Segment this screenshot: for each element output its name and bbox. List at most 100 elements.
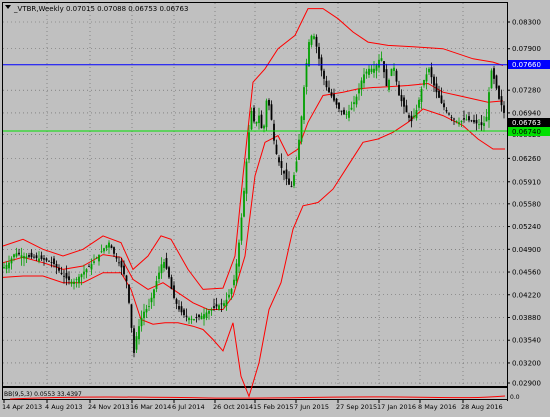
candle-body bbox=[348, 111, 350, 118]
candle-body bbox=[23, 256, 25, 259]
x-tick-label: 26 Oct 2014 bbox=[213, 403, 253, 411]
candle-body bbox=[498, 86, 500, 99]
candle-body bbox=[110, 245, 113, 249]
candle-body bbox=[448, 113, 450, 115]
candle-body bbox=[48, 260, 50, 262]
candle-body bbox=[198, 314, 200, 317]
y-tick-label: 0.05240 bbox=[512, 223, 541, 231]
candle-body bbox=[363, 74, 365, 84]
candle-body bbox=[308, 42, 310, 67]
candle-body bbox=[123, 265, 125, 275]
price-tag-blue: 0.07660 bbox=[508, 60, 550, 69]
candle-body bbox=[410, 115, 413, 122]
candle-body bbox=[435, 83, 438, 93]
candle-body bbox=[280, 161, 283, 168]
x-tick-label: 7 Jun 2015 bbox=[294, 403, 329, 411]
candle-body bbox=[270, 104, 273, 120]
candle-body bbox=[335, 98, 338, 105]
candle-body bbox=[73, 281, 75, 285]
candle-body bbox=[368, 68, 370, 75]
price-chart: 0.083000.079000.072800.069400.066200.062… bbox=[0, 0, 550, 413]
candle-body bbox=[200, 315, 203, 320]
candle-body bbox=[55, 264, 58, 268]
candle-body bbox=[398, 84, 400, 96]
candle-body bbox=[193, 319, 195, 321]
x-tick-label: 6 Jul 2014 bbox=[172, 403, 205, 411]
candle-body bbox=[375, 65, 378, 71]
candle-body bbox=[218, 305, 220, 310]
candle-body bbox=[463, 118, 465, 120]
symbol-info: _VTBR,Weekly 0.07015 0.07088 0.06753 0.0… bbox=[13, 5, 188, 13]
candle-body bbox=[330, 92, 333, 97]
candle-body bbox=[145, 308, 148, 313]
candle-body bbox=[370, 68, 373, 73]
candle-body bbox=[175, 299, 178, 304]
candle-body bbox=[268, 99, 270, 106]
candle-body bbox=[265, 100, 268, 128]
candle-body bbox=[320, 57, 323, 71]
candle-body bbox=[433, 76, 435, 86]
y-tick-label: 0.06940 bbox=[512, 109, 541, 117]
header: _VTBR,Weekly 0.07015 0.07088 0.06753 0.0… bbox=[5, 5, 188, 13]
candle-body bbox=[170, 277, 173, 290]
candle-body bbox=[338, 102, 340, 109]
candle-body bbox=[35, 255, 38, 259]
candle-body bbox=[205, 312, 208, 318]
candle-body bbox=[125, 275, 128, 282]
candle-body bbox=[383, 61, 385, 73]
candle-body bbox=[440, 95, 443, 104]
candle-body bbox=[303, 87, 305, 120]
candle-body bbox=[298, 139, 300, 160]
price-tag-current: 0.06763 bbox=[508, 118, 550, 127]
candle-body bbox=[350, 107, 353, 110]
y-tick-label: 0.03540 bbox=[512, 337, 541, 345]
candle-body bbox=[233, 279, 235, 286]
candle-body bbox=[450, 117, 453, 118]
candle-body bbox=[13, 254, 15, 258]
candle-body bbox=[105, 245, 108, 249]
candle-body bbox=[88, 266, 90, 267]
candle-body bbox=[178, 306, 180, 310]
candle-body bbox=[155, 281, 158, 289]
candle-body bbox=[465, 119, 468, 121]
candle-body bbox=[43, 258, 45, 260]
candle-body bbox=[113, 247, 115, 254]
candle-body bbox=[185, 315, 188, 317]
y-tick-label: 0.02900 bbox=[512, 380, 541, 388]
price-tag-blue-text: 0.07660 bbox=[512, 61, 541, 69]
candle-body bbox=[8, 262, 10, 269]
candle-body bbox=[478, 124, 480, 126]
candle-body bbox=[245, 161, 248, 194]
candle-body bbox=[150, 297, 153, 303]
candle-body bbox=[15, 253, 18, 257]
candle-body bbox=[5, 264, 8, 270]
candle-body bbox=[103, 248, 105, 252]
candle-body bbox=[323, 70, 325, 79]
candle-body bbox=[358, 88, 360, 94]
x-tick-label: 28 Aug 2016 bbox=[461, 403, 503, 411]
candle-body bbox=[500, 96, 503, 106]
price-tag-current-text: 0.06763 bbox=[512, 119, 541, 127]
candle-body bbox=[128, 284, 130, 303]
x-tick-label: 4 Aug 2013 bbox=[45, 403, 83, 411]
candle-body bbox=[305, 62, 308, 87]
candle-body bbox=[10, 258, 13, 264]
x-tick-label: 15 Feb 2015 bbox=[253, 403, 293, 411]
candle-body bbox=[258, 115, 260, 124]
candle-body bbox=[30, 252, 33, 258]
x-tick-label: 14 Apr 2013 bbox=[2, 403, 42, 411]
candle-body bbox=[388, 79, 390, 90]
candle-body bbox=[285, 169, 288, 180]
candle-body bbox=[183, 309, 185, 316]
candle-body bbox=[238, 242, 240, 267]
candle-body bbox=[310, 35, 313, 45]
y-tick-label: 0.06260 bbox=[512, 155, 541, 163]
candle-body bbox=[380, 58, 383, 61]
candle-body bbox=[295, 161, 298, 172]
candle-body bbox=[20, 255, 23, 258]
candle-body bbox=[445, 110, 448, 112]
candle-body bbox=[458, 122, 460, 125]
y-tick-label: 0.07280 bbox=[512, 87, 541, 95]
candle-body bbox=[378, 59, 380, 68]
candle-body bbox=[173, 285, 175, 299]
